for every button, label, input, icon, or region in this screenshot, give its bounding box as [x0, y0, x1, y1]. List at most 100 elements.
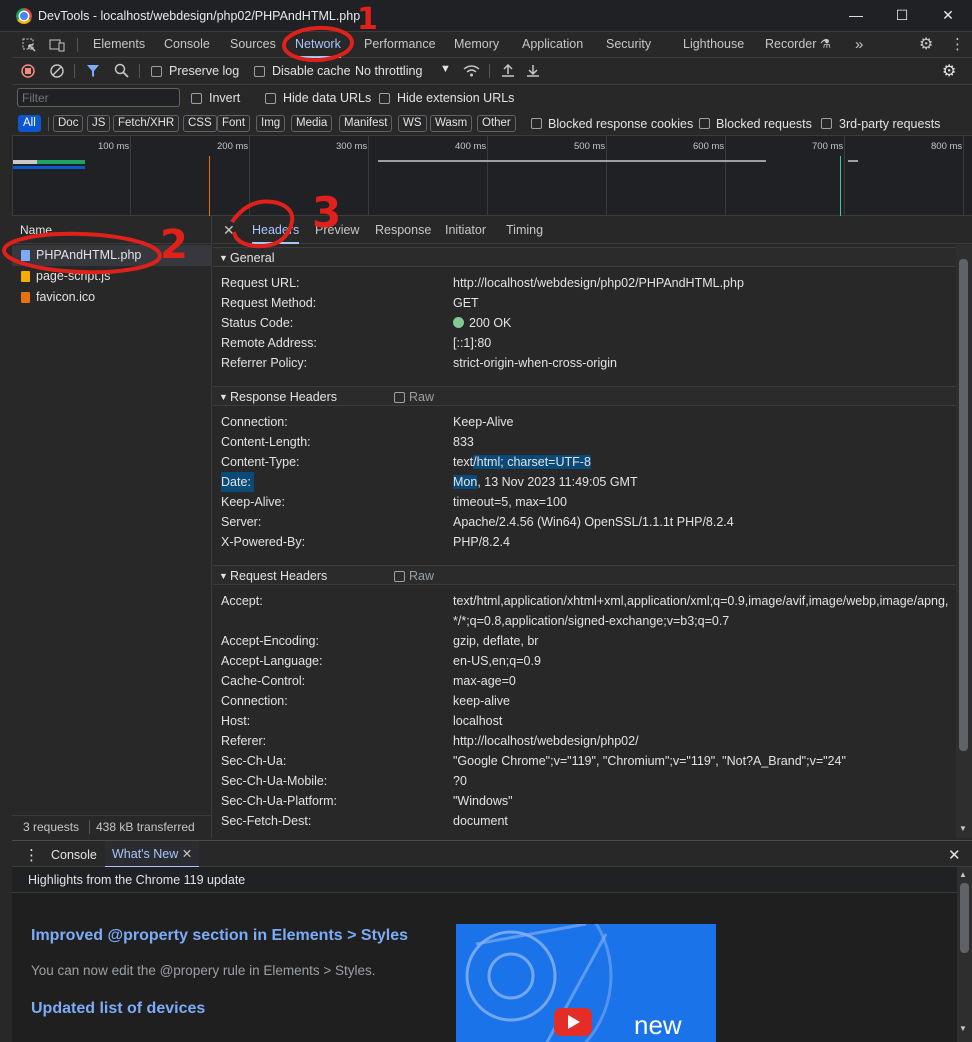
close-tab-icon[interactable]: ✕	[182, 847, 192, 861]
header-value: "Google Chrome";v="119", "Chromium";v="1…	[453, 754, 846, 768]
close-detail-icon[interactable]: ✕	[223, 216, 235, 244]
type-filter-img[interactable]: Img	[256, 115, 286, 132]
drawer-menu-icon[interactable]: ⋮	[24, 846, 39, 864]
tab-initiator[interactable]: Initiator	[445, 216, 486, 244]
request-row[interactable]: PHPAndHTML.php	[12, 245, 211, 266]
status-code-text: 200 OK	[469, 316, 512, 330]
window-title: DevTools - localhost/webdesign/php02/PHP…	[38, 9, 361, 23]
tab-elements[interactable]: Elements	[93, 32, 145, 58]
drawer-tab-console[interactable]: Console	[51, 848, 97, 862]
settings-gear-icon[interactable]: ⚙	[919, 32, 933, 58]
throttling-dropdown-icon[interactable]: ▼	[440, 63, 451, 75]
inspect-element-icon[interactable]	[22, 38, 36, 52]
header-value: text/html; charset=UTF-8	[453, 452, 591, 472]
scroll-down-arrow-icon[interactable]: ▼	[959, 824, 967, 833]
image-file-icon	[21, 292, 30, 303]
close-window-button[interactable]: ✕	[934, 4, 962, 26]
record-stop-icon[interactable]	[21, 64, 35, 78]
tab-network[interactable]: Network	[295, 32, 341, 58]
tab-timing[interactable]: Timing	[506, 216, 543, 244]
general-section-header[interactable]: ▼ General	[213, 247, 956, 267]
drawer-tab-whats-new[interactable]: What's New ✕	[105, 841, 200, 868]
network-conditions-icon[interactable]	[463, 64, 480, 78]
type-filter-media[interactable]: Media	[291, 115, 333, 132]
tab-preview[interactable]: Preview	[315, 216, 359, 244]
tab-lighthouse[interactable]: Lighthouse	[683, 32, 744, 58]
response-headers-section-header[interactable]: ▼ Response Headers Raw	[213, 386, 956, 406]
header-name: Content-Length:	[221, 435, 311, 449]
search-icon[interactable]	[114, 63, 129, 78]
whats-new-item-title[interactable]: Improved @property section in Elements >…	[31, 927, 408, 945]
raw-checkbox[interactable]	[394, 571, 405, 582]
raw-checkbox[interactable]	[394, 392, 405, 403]
header-name: Accept-Language:	[221, 654, 323, 668]
tab-recorder[interactable]: Recorder ⚗	[765, 32, 831, 58]
type-filter-css[interactable]: CSS	[183, 115, 217, 132]
tab-security[interactable]: Security	[606, 32, 651, 58]
tab-sources[interactable]: Sources	[230, 32, 276, 58]
scrollbar-thumb[interactable]	[959, 259, 968, 751]
tab-application[interactable]: Application	[522, 32, 583, 58]
import-har-icon[interactable]	[501, 63, 515, 78]
chrome-update-banner-image[interactable]: new	[456, 924, 716, 1042]
request-row[interactable]: page-script.js	[12, 266, 211, 287]
collapse-triangle-icon: ▼	[219, 571, 228, 581]
header-value: GET	[453, 296, 479, 310]
hide-data-urls-checkbox[interactable]	[265, 93, 276, 104]
throttling-select[interactable]: No throttling	[355, 64, 422, 78]
request-headers-section-header[interactable]: ▼ Request Headers Raw	[213, 565, 956, 585]
type-filter-wasm[interactable]: Wasm	[430, 115, 473, 132]
blocked-response-cookies-checkbox[interactable]	[531, 118, 542, 129]
grid-line	[12, 136, 13, 216]
type-filter-ws[interactable]: WS	[398, 115, 427, 132]
filter-input-box[interactable]	[17, 88, 180, 107]
maximize-button[interactable]: ☐	[888, 4, 916, 26]
close-drawer-icon[interactable]: ✕	[948, 846, 961, 864]
request-row[interactable]: favicon.ico	[12, 287, 211, 308]
header-value: http://localhost/webdesign/php02/	[453, 734, 639, 748]
scroll-down-arrow-icon[interactable]: ▼	[959, 1024, 967, 1033]
type-filter-manifest[interactable]: Manifest	[339, 115, 393, 132]
more-tabs-icon[interactable]: »	[855, 32, 863, 58]
clear-log-icon[interactable]	[50, 64, 64, 78]
blocked-requests-checkbox[interactable]	[699, 118, 710, 129]
type-filter-all[interactable]: All	[18, 115, 41, 132]
type-filter-font[interactable]: Font	[217, 115, 251, 132]
invert-checkbox[interactable]	[191, 93, 202, 104]
request-count: 3 requests	[23, 820, 80, 834]
type-filter-fetch-xhr[interactable]: Fetch/XHR	[113, 115, 180, 132]
tab-response[interactable]: Response	[375, 216, 431, 244]
export-har-icon[interactable]	[526, 63, 540, 78]
headers-pane: ▼ General Request URL: http://localhost/…	[213, 245, 956, 838]
preserve-log-checkbox[interactable]	[151, 66, 162, 77]
type-filter-other[interactable]: Other	[477, 115, 516, 132]
tab-headers[interactable]: Headers	[252, 216, 300, 244]
minimize-button[interactable]: —	[842, 4, 870, 26]
drawer-scrollbar-thumb[interactable]	[960, 883, 969, 953]
header-value: [::1]:80	[453, 336, 492, 350]
header-value: Apache/2.4.56 (Win64) OpenSSL/1.1.1t PHP…	[453, 515, 734, 529]
tab-memory[interactable]: Memory	[454, 32, 499, 58]
type-filter-js[interactable]: JS	[87, 115, 111, 132]
disable-cache-checkbox[interactable]	[254, 66, 265, 77]
filter-funnel-icon[interactable]	[86, 64, 100, 78]
network-settings-gear-icon[interactable]: ⚙	[942, 61, 956, 81]
collapse-triangle-icon: ▼	[219, 392, 228, 402]
timeline-overview[interactable]: 100 ms 200 ms 300 ms 400 ms 500 ms 600 m…	[12, 136, 972, 216]
tab-console[interactable]: Console	[164, 32, 210, 58]
third-party-requests-checkbox[interactable]	[821, 118, 832, 129]
name-column-header[interactable]: Name	[12, 216, 211, 244]
request-name: favicon.ico	[36, 290, 96, 304]
drawer-scrollbar[interactable]: ▲ ▼	[957, 867, 972, 1042]
device-toolbar-icon[interactable]	[49, 38, 65, 52]
customize-menu-icon[interactable]: ⋮	[950, 32, 965, 58]
headers-scrollbar[interactable]: ▼	[956, 245, 972, 838]
type-filter-doc[interactable]: Doc	[53, 115, 84, 132]
tab-performance[interactable]: Performance	[364, 32, 436, 58]
filter-input[interactable]	[18, 89, 179, 106]
hide-extension-urls-checkbox[interactable]	[379, 93, 390, 104]
grid-line	[963, 136, 964, 216]
timeline-bar-late	[848, 160, 858, 162]
whats-new-item-title[interactable]: Updated list of devices	[31, 1000, 205, 1018]
scroll-up-arrow-icon[interactable]: ▲	[959, 870, 967, 879]
